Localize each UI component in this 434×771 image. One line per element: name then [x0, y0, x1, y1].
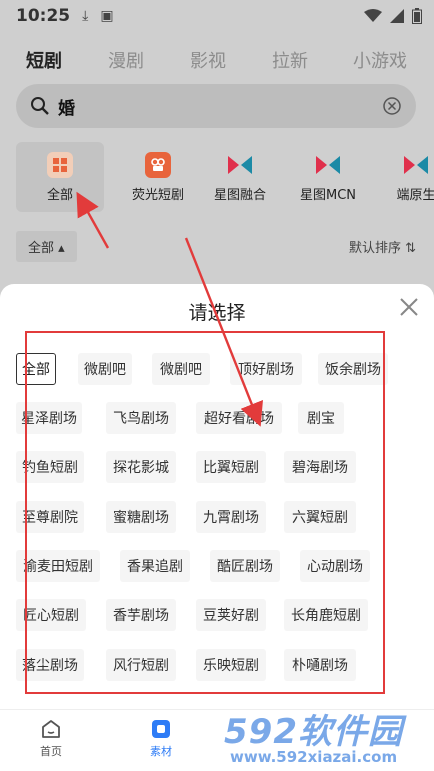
home-icon — [42, 720, 60, 738]
grid-icon — [47, 151, 73, 178]
chip-option[interactable]: 微剧吧 — [78, 353, 132, 385]
sort-icon: ⇅ — [405, 240, 416, 256]
chip-option[interactable]: 飞鸟剧场 — [106, 402, 176, 434]
nav-home-label: 首页 — [40, 745, 62, 758]
chip-option[interactable]: 豆荚好剧 — [196, 599, 266, 631]
chip-option[interactable]: 朴嗵剧场 — [284, 649, 356, 681]
chip-option[interactable]: 碧海剧场 — [284, 451, 356, 483]
xingtu-logo-icon — [315, 152, 341, 178]
filter-all-label: 全部 — [28, 240, 55, 256]
chip-option[interactable]: 蜜糖剧场 — [106, 501, 176, 533]
search-icon — [31, 97, 49, 115]
category-label: 荧光短剧 — [131, 187, 184, 203]
nav-home[interactable]: 首页 — [40, 718, 62, 759]
chip-option[interactable]: 星泽剧场 — [16, 402, 82, 434]
battery-icon — [412, 8, 422, 24]
tab-film-tv[interactable]: 影视 — [190, 47, 226, 73]
chip-option[interactable]: 顶好剧场 — [230, 353, 302, 385]
chip-option[interactable]: 酷匠剧场 — [210, 550, 280, 582]
clear-icon[interactable] — [382, 96, 402, 116]
chip-option[interactable]: 饭余剧场 — [318, 353, 388, 385]
site-watermark: 592软件园 www.592xiazai.com — [222, 700, 434, 771]
status-bar: 10:25 ⤓ ▣ — [0, 0, 434, 32]
watermark-url: www.592xiazai.com — [230, 748, 398, 766]
chip-option[interactable]: 六翼短剧 — [284, 501, 356, 533]
tab-referral[interactable]: 拉新 — [272, 47, 308, 73]
category-xingtu-mcn[interactable]: 星图MCN — [286, 142, 370, 212]
search-bar[interactable]: 婚 — [16, 84, 416, 128]
tab-comic-drama[interactable]: 漫剧 — [108, 47, 144, 73]
nav-material[interactable]: 素材 — [150, 718, 172, 759]
caret-up-icon: ▴ — [58, 240, 65, 256]
chip-option[interactable]: 至尊剧院 — [16, 501, 84, 533]
tab-short-drama[interactable]: 短剧 — [26, 47, 62, 73]
search-input[interactable]: 婚 — [58, 94, 75, 119]
download-icon: ⤓ — [82, 8, 89, 24]
chip-option[interactable]: 香芋剧场 — [106, 599, 176, 631]
filter-all-dropdown[interactable]: 全部 ▴ — [16, 230, 77, 262]
category-all[interactable]: 全部 — [16, 142, 104, 212]
chip-option[interactable]: 比翼短剧 — [196, 451, 266, 483]
category-label: 星图融合 — [213, 187, 266, 203]
app-notification-icon: ▣ — [100, 8, 114, 24]
category-fluorescent[interactable]: 荧光短剧 — [114, 142, 202, 212]
category-row: 全部 荧光短剧 星图融合 星图MCN 端原生 — [16, 142, 434, 212]
category-xingtu-fusion[interactable]: 星图融合 — [202, 142, 278, 212]
sort-dropdown[interactable]: 默认排序 ⇅ — [349, 237, 416, 256]
status-right — [364, 8, 422, 24]
xingtu-logo-icon — [227, 152, 253, 178]
category-label: 全部 — [46, 187, 73, 203]
chip-option[interactable]: 落尘剧场 — [16, 649, 84, 681]
chip-option[interactable]: 钓鱼短剧 — [16, 451, 84, 483]
category-native[interactable]: 端原生 — [386, 142, 434, 212]
chip-option[interactable]: 风行短剧 — [106, 649, 176, 681]
category-label: 星图MCN — [299, 187, 357, 203]
chip-option[interactable]: 全部 — [16, 353, 56, 385]
chip-option[interactable]: 心动剧场 — [300, 550, 370, 582]
material-icon — [152, 720, 170, 738]
watermark-logo-text: 592软件园 — [224, 712, 403, 752]
wifi-icon — [364, 9, 382, 22]
film-icon — [145, 151, 171, 178]
chip-option[interactable]: 剧宝 — [298, 402, 344, 434]
top-tabs: 短剧 漫剧 影视 拉新 小游戏 — [0, 44, 434, 76]
chip-option[interactable]: 九霄剧场 — [196, 501, 266, 533]
category-label: 端原生 — [396, 187, 434, 203]
chip-option[interactable]: 超好看剧场 — [196, 402, 282, 434]
chip-option[interactable]: 匠心短剧 — [16, 599, 86, 631]
filter-row: 全部 ▴ 默认排序 ⇅ — [16, 230, 416, 262]
tab-mini-games[interactable]: 小游戏 — [353, 47, 407, 73]
xingtu-logo-icon — [403, 152, 429, 178]
chip-option[interactable]: 探花影城 — [106, 451, 176, 483]
sheet-title: 请选择 — [188, 302, 246, 324]
signal-icon — [390, 9, 404, 23]
chip-option[interactable]: 香果追剧 — [120, 550, 190, 582]
sort-label: 默认排序 — [348, 240, 401, 256]
status-time: 10:25 — [16, 6, 71, 26]
chip-option[interactable]: 乐映短剧 — [196, 649, 266, 681]
chip-option[interactable]: 长角鹿短剧 — [284, 599, 368, 631]
chip-option[interactable]: 微剧吧 — [152, 353, 210, 385]
nav-material-label: 素材 — [150, 745, 172, 758]
chip-option[interactable]: 渝麦田短剧 — [16, 550, 100, 582]
close-icon[interactable] — [398, 296, 420, 318]
